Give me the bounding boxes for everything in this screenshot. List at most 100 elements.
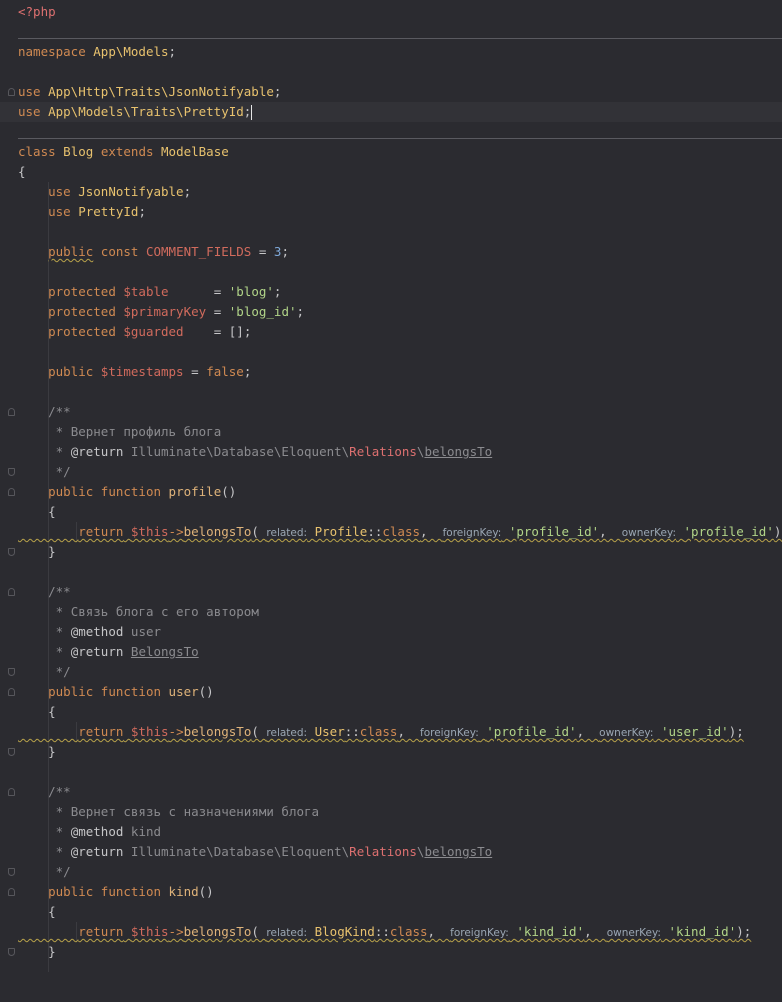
import-path: App\Models\Traits\PrettyId <box>48 104 244 119</box>
semicolon: ; <box>138 204 146 219</box>
keyword: function <box>100 484 162 499</box>
semicolon: ; <box>243 364 252 379</box>
code-line[interactable]: public function profile() <box>0 482 782 502</box>
code-line[interactable]: return $this->belongsTo( related: User::… <box>0 722 782 742</box>
code-line[interactable]: return $this->belongsTo( related: BlogKi… <box>0 922 782 942</box>
code-line[interactable]: * Вернет связь с назначениями блога <box>0 802 782 822</box>
keyword: class <box>389 924 428 939</box>
doc-tag: @return <box>70 444 124 459</box>
code-line[interactable]: return $this->belongsTo( related: Profil… <box>0 522 782 542</box>
keyword: return <box>78 724 124 739</box>
code-line[interactable]: <?php <box>0 2 782 22</box>
code-line[interactable]: use App\Http\Traits\JsonNotifyable; <box>0 82 782 102</box>
code-line[interactable]: * @return Illuminate\Database\Eloquent\R… <box>0 442 782 462</box>
code-line[interactable]: protected $guarded = []; <box>0 322 782 342</box>
parameter-hint: related: <box>266 727 308 739</box>
code-line[interactable]: /** <box>0 782 782 802</box>
array-literal: [] <box>228 324 244 339</box>
code-line[interactable]: use PrettyId; <box>0 202 782 222</box>
doc-comment: /** <box>48 404 71 419</box>
doc-type: belongsTo <box>424 844 493 859</box>
code-line[interactable]: { <box>0 902 782 922</box>
doc-comment: * <box>55 844 64 859</box>
code-line[interactable]: */ <box>0 862 782 882</box>
doc-type: belongsTo <box>424 444 493 459</box>
doc-type: Illuminate\Database\Eloquent\ <box>130 844 350 859</box>
code-line[interactable]: namespace App\Models; <box>0 42 782 62</box>
semicolon: ; <box>273 84 282 99</box>
brace: } <box>48 544 56 559</box>
keyword: protected <box>48 284 116 299</box>
code-line[interactable]: * @return BelongsTo <box>0 642 782 662</box>
variable: $this <box>130 524 169 539</box>
code-line[interactable]: { <box>0 502 782 522</box>
code-line[interactable]: { <box>0 162 782 182</box>
keyword: function <box>100 684 162 699</box>
variable: $this <box>130 724 169 739</box>
parameter-hint: related: <box>266 927 308 939</box>
semicolon: ; <box>243 324 252 339</box>
code-line[interactable]: * @return Illuminate\Database\Eloquent\R… <box>0 842 782 862</box>
string-literal: 'profile_id' <box>486 724 577 739</box>
method-call: belongsTo <box>183 924 252 939</box>
code-line[interactable]: public function user() <box>0 682 782 702</box>
doc-comment: * <box>55 424 64 439</box>
code-line[interactable]: * @method kind <box>0 822 782 842</box>
code-line[interactable]: protected $table = 'blog'; <box>0 282 782 302</box>
keyword: return <box>78 524 124 539</box>
class-name: Blog <box>63 144 94 159</box>
code-line[interactable]: protected $primaryKey = 'blog_id'; <box>0 302 782 322</box>
parameter-hint: ownerKey: <box>599 727 654 739</box>
keyword: const <box>100 244 139 259</box>
doc-comment: /** <box>48 784 71 799</box>
keyword: function <box>100 884 162 899</box>
brace: { <box>48 504 56 519</box>
operator: -> <box>168 524 184 539</box>
parameter-hint: foreignKey: <box>420 727 479 739</box>
operator: -> <box>168 724 184 739</box>
code-line[interactable]: public function kind() <box>0 882 782 902</box>
code-line[interactable]: * Связь блога с его автором <box>0 602 782 622</box>
import-path: App\Http\Traits\JsonNotifyable <box>48 84 274 99</box>
code-line[interactable]: { <box>0 702 782 722</box>
keyword: use <box>18 104 41 119</box>
code-editor[interactable]: <?php namespace App\Models; use App\Http… <box>0 0 782 973</box>
code-line[interactable]: * @method user <box>0 622 782 642</box>
doc-type: BelongsTo <box>130 644 199 659</box>
class-reference: User <box>314 724 345 739</box>
keyword: class <box>359 724 398 739</box>
code-line[interactable]: } <box>0 942 782 962</box>
string-literal: 'kind_id' <box>668 924 737 939</box>
code-line[interactable]: * Вернет профиль блога <box>0 422 782 442</box>
code-line[interactable]: class Blog extends ModelBase <box>0 142 782 162</box>
code-line[interactable]: } <box>0 542 782 562</box>
code-line[interactable]: public $timestamps = false; <box>0 362 782 382</box>
current-code-line[interactable]: use App\Models\Traits\PrettyId; <box>0 102 782 122</box>
parameter-hint: ownerKey: <box>621 527 676 539</box>
string-literal: 'profile_id' <box>683 524 774 539</box>
keyword: class <box>18 144 56 159</box>
class-reference: Profile <box>314 524 368 539</box>
code-line[interactable]: } <box>0 742 782 762</box>
code-line[interactable]: /** <box>0 402 782 422</box>
doc-comment: * <box>55 624 64 639</box>
code-line[interactable]: use JsonNotifyable; <box>0 182 782 202</box>
string-literal: 'blog_id' <box>228 304 297 319</box>
doc-comment: * <box>55 604 64 619</box>
code-line[interactable]: public const COMMENT_FIELDS = 3; <box>0 242 782 262</box>
string-literal: 'kind_id' <box>516 924 585 939</box>
variable: $this <box>130 924 169 939</box>
namespace-path: App\Models <box>93 44 169 59</box>
brace: { <box>48 704 56 719</box>
semicolon: ; <box>281 244 289 259</box>
php-open-tag: <?php <box>18 4 56 19</box>
property-name: $table <box>123 284 169 299</box>
code-line[interactable]: */ <box>0 662 782 682</box>
doc-comment: * <box>55 824 64 839</box>
code-line[interactable]: /** <box>0 582 782 602</box>
method-call: belongsTo <box>183 724 252 739</box>
semicolon: ; <box>296 304 305 319</box>
string-literal: 'user_id' <box>660 724 729 739</box>
keyword: protected <box>48 324 116 339</box>
code-line[interactable]: */ <box>0 462 782 482</box>
